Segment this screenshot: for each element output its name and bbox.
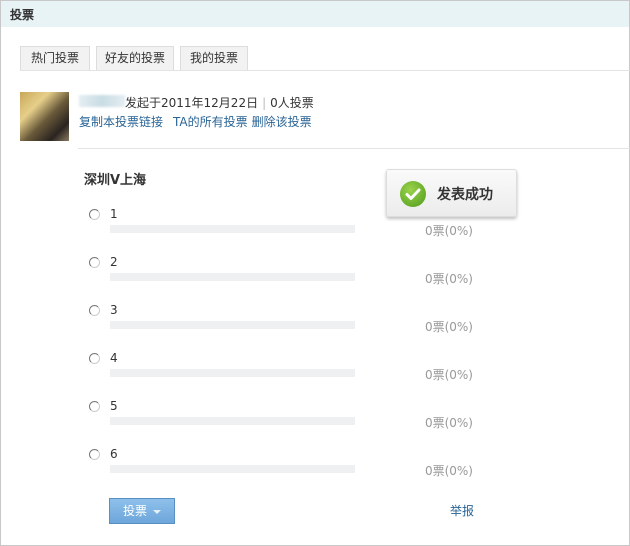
option-radio[interactable] (89, 305, 100, 316)
poll-date: 发起于2011年12月22日 (125, 96, 259, 110)
option-label: 4 (110, 351, 118, 365)
option-progress-bar (110, 225, 355, 233)
avatar[interactable] (20, 92, 69, 141)
option-radio[interactable] (89, 209, 100, 220)
option-count: 0票(0%) (424, 464, 473, 478)
option-count: 0票(0%) (424, 368, 473, 382)
poll-option: 3 0票(0%) (89, 303, 479, 353)
tab-hot-polls[interactable]: 热门投票 (20, 46, 90, 70)
tab-my-polls[interactable]: 我的投票 (180, 46, 248, 70)
page-header: 投票 (1, 1, 629, 27)
option-progress-bar (110, 273, 355, 281)
option-radio[interactable] (89, 401, 100, 412)
option-count: 0票(0%) (424, 272, 473, 286)
option-progress-bar (110, 321, 355, 329)
poll-title: 深圳V上海 (84, 173, 147, 188)
separator: | (262, 96, 267, 110)
option-progress-bar (110, 417, 355, 425)
vote-button[interactable]: 投票 (109, 498, 175, 524)
option-progress-bar (110, 369, 355, 377)
poll-option: 5 0票(0%) (89, 399, 479, 449)
option-label: 1 (110, 207, 118, 221)
option-radio[interactable] (89, 257, 100, 268)
success-toast: 发表成功 (386, 169, 517, 217)
poll-links: 复制本投票链接 TA的所有投票 删除该投票 (79, 113, 322, 130)
option-label: 3 (110, 303, 118, 317)
blurred-username (79, 95, 125, 107)
tab-friends-polls[interactable]: 好友的投票 (96, 46, 174, 70)
delete-poll-link[interactable]: 删除该投票 (252, 115, 312, 129)
check-icon (400, 181, 426, 207)
poll-voters: 0人投票 (270, 96, 314, 110)
option-progress-bar (110, 465, 355, 473)
option-radio[interactable] (89, 449, 100, 460)
option-radio[interactable] (89, 353, 100, 364)
toast-text: 发表成功 (437, 187, 493, 203)
option-label: 5 (110, 399, 118, 413)
caret-down-icon (153, 509, 161, 514)
vote-label: 投票 (122, 504, 147, 518)
report-link[interactable]: 举报 (450, 502, 474, 519)
all-polls-link[interactable]: TA的所有投票 (173, 115, 248, 129)
poll-option: 2 0票(0%) (89, 255, 479, 305)
option-count: 0票(0%) (424, 416, 473, 430)
option-label: 6 (110, 447, 118, 461)
copy-link[interactable]: 复制本投票链接 (79, 115, 163, 129)
option-count: 0票(0%) (424, 224, 473, 238)
option-count: 0票(0%) (424, 320, 473, 334)
tab-bar: 热门投票 好友的投票 我的投票 (20, 46, 630, 71)
divider (78, 148, 630, 149)
poll-option: 4 0票(0%) (89, 351, 479, 401)
option-label: 2 (110, 255, 118, 269)
poll-meta: 发起于2011年12月22日 | 0人投票 (125, 94, 314, 111)
poll-option: 6 0票(0%) (89, 447, 479, 497)
